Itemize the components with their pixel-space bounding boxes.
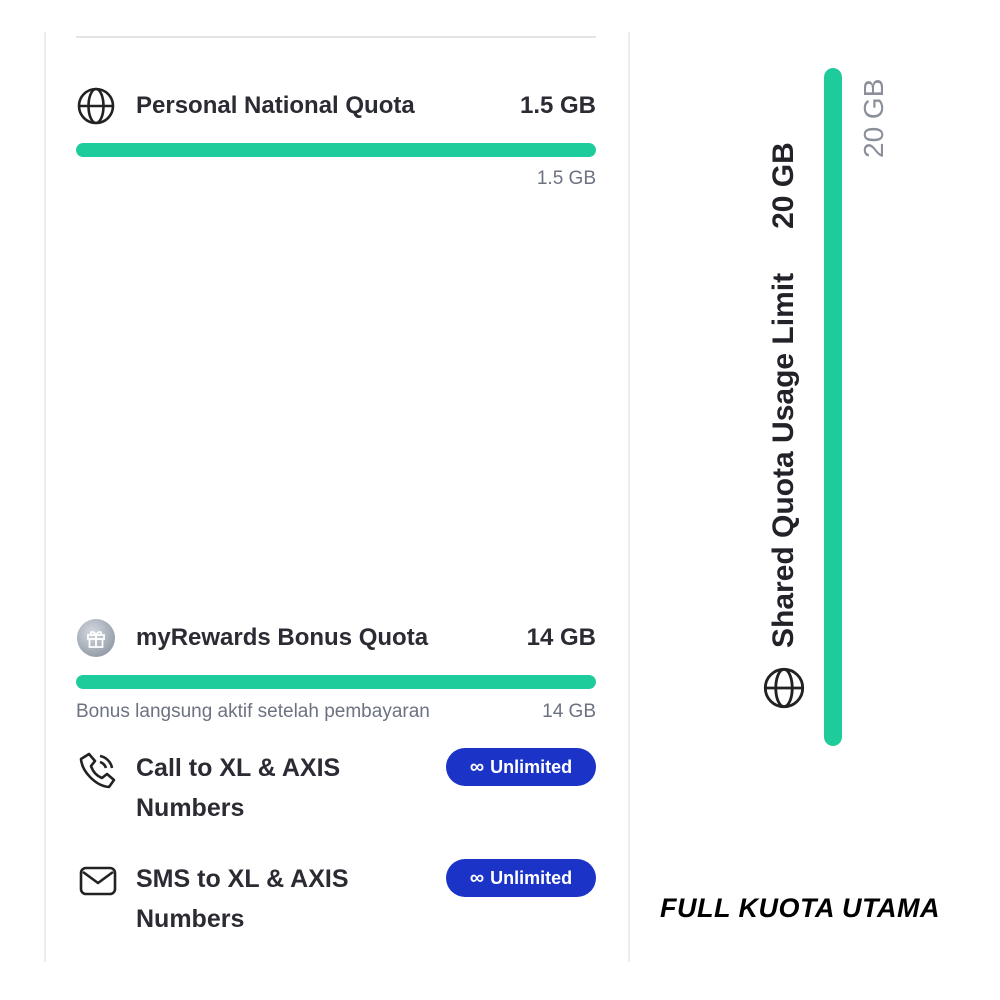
personal-quota-remaining: 1.5 GB	[536, 168, 596, 189]
globe-icon	[762, 666, 806, 710]
top-divider	[76, 36, 596, 38]
shared-quota-title: Shared Quota Usage Limit	[767, 272, 800, 648]
rewards-quota-amount: 14 GB	[526, 624, 596, 651]
rewards-quota-header: myRewards Bonus Quota 14 GB	[76, 618, 596, 658]
call-feature-row: Call to XL & AXIS Numbers ∞ Unlimited	[76, 748, 596, 838]
shared-quota-amount: 20 GB	[767, 142, 800, 229]
sms-feature-row: SMS to XL & AXIS Numbers ∞ Unlimited	[76, 859, 596, 949]
phone-icon	[76, 748, 120, 792]
shared-quota-panel: Shared Quota Usage Limit 20 GB 20 GB	[748, 40, 898, 750]
personal-quota-progress-fill	[76, 143, 596, 157]
shared-quota-progress	[824, 68, 842, 746]
call-unlimited-badge: ∞ Unlimited	[446, 748, 596, 786]
envelope-icon	[76, 859, 120, 903]
shared-quota-header: Shared Quota Usage Limit 20 GB	[762, 142, 806, 710]
rewards-quota-sub: Bonus langsung aktif setelah pembayaran …	[76, 701, 596, 723]
shared-quota-progress-fill	[824, 68, 842, 746]
personal-quota-title: Personal National Quota	[136, 92, 415, 119]
rewards-quota-title: myRewards Bonus Quota	[136, 624, 429, 651]
infinity-icon: ∞	[469, 755, 485, 778]
personal-quota-sub: 1.5 GB	[76, 168, 596, 190]
shared-quota-remaining: 20 GB	[858, 78, 889, 158]
call-badge-label: Unlimited	[490, 756, 573, 777]
sms-badge-label: Unlimited	[490, 867, 573, 888]
rewards-quota-note: Bonus langsung aktif setelah pembayaran	[76, 701, 430, 722]
rewards-quota-progress	[76, 675, 596, 689]
personal-quota-amount: 1.5 GB	[519, 92, 596, 119]
rewards-quota-remaining: 14 GB	[542, 701, 596, 722]
call-feature-label: Call to XL & AXIS Numbers	[136, 754, 341, 822]
rewards-quota-progress-fill	[76, 675, 596, 689]
sms-feature-label: SMS to XL & AXIS Numbers	[136, 865, 349, 933]
sms-unlimited-badge: ∞ Unlimited	[446, 859, 596, 897]
globe-icon	[76, 86, 116, 126]
personal-quota-progress	[76, 143, 596, 157]
personal-quota-header: Personal National Quota 1.5 GB	[76, 86, 596, 126]
caption-text: FULL KUOTA UTAMA	[660, 893, 940, 923]
gift-icon	[76, 618, 116, 658]
infinity-icon: ∞	[469, 866, 485, 889]
